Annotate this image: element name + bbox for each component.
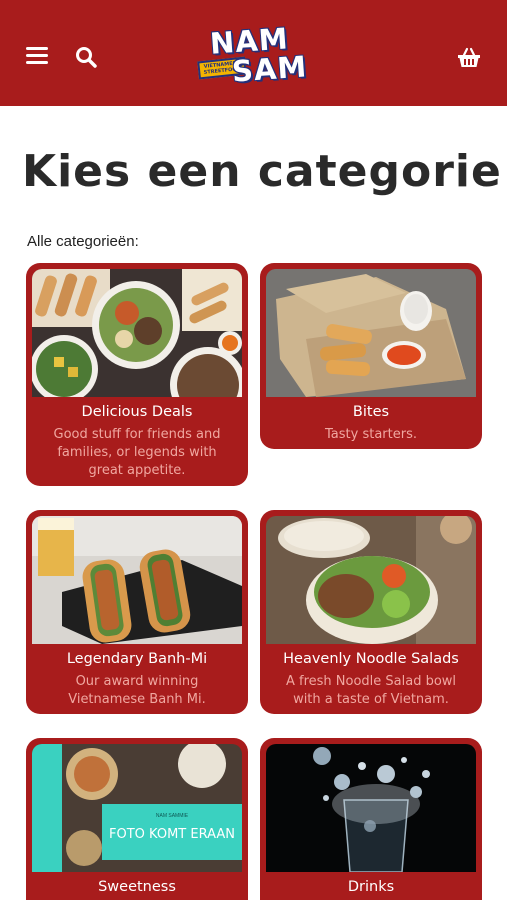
category-card-bites[interactable]: Bites Tasty starters. xyxy=(260,263,482,449)
category-name: Sweetness xyxy=(98,879,176,895)
search-icon[interactable] xyxy=(74,45,98,69)
category-description: Good stuff for friends and families, or … xyxy=(53,427,221,478)
all-categories-label: Alle categorieën: xyxy=(27,233,139,250)
category-name: Legendary Banh-Mi xyxy=(66,651,208,667)
banh-mi-photo xyxy=(32,516,242,644)
brand-logo[interactable]: NAM VIETNAMESE STREETFOOD SAM xyxy=(196,21,314,94)
hamburger-menu-icon[interactable] xyxy=(26,47,48,65)
category-card-legendary-banh-mi[interactable]: Legendary Banh-Mi Our award winning Viet… xyxy=(26,510,248,714)
bites-photo xyxy=(266,269,476,397)
category-card-sweetness[interactable]: NAM SAMMIE FOTO KOMT ERAAN Sweetness xyxy=(26,738,248,900)
category-description: Tasty starters. xyxy=(325,427,417,442)
category-name: Drinks xyxy=(347,879,395,895)
category-name: Bites xyxy=(352,404,390,420)
category-name: Delicious Deals xyxy=(81,404,193,420)
sweetness-placeholder-text: FOTO KOMT ERAAN xyxy=(109,827,235,842)
top-navigation-bar: NAM VIETNAMESE STREETFOOD SAM xyxy=(0,0,507,106)
page-title: Kies een categorie xyxy=(22,146,502,197)
drinks-photo xyxy=(266,744,476,872)
category-name: Heavenly Noodle Salads xyxy=(283,651,459,667)
sweetness-photo-placeholder: NAM SAMMIE FOTO KOMT ERAAN xyxy=(32,744,242,872)
category-card-drinks[interactable]: Drinks xyxy=(260,738,482,900)
sweetness-placeholder-small: NAM SAMMIE xyxy=(156,813,189,819)
delicious-deals-photo xyxy=(32,269,242,397)
shopping-basket-icon[interactable] xyxy=(456,46,482,70)
category-description: A fresh Noodle Salad bowl with a taste o… xyxy=(285,674,457,707)
category-description: Our award winning Vietnamese Banh Mi. xyxy=(68,674,206,707)
category-card-heavenly-noodle-salads[interactable]: Heavenly Noodle Salads A fresh Noodle Sa… xyxy=(260,510,482,714)
noodle-salads-photo xyxy=(266,516,476,644)
brand-logo-line2: SAM xyxy=(230,49,309,89)
category-card-delicious-deals[interactable]: Delicious Deals Good stuff for friends a… xyxy=(26,263,248,486)
